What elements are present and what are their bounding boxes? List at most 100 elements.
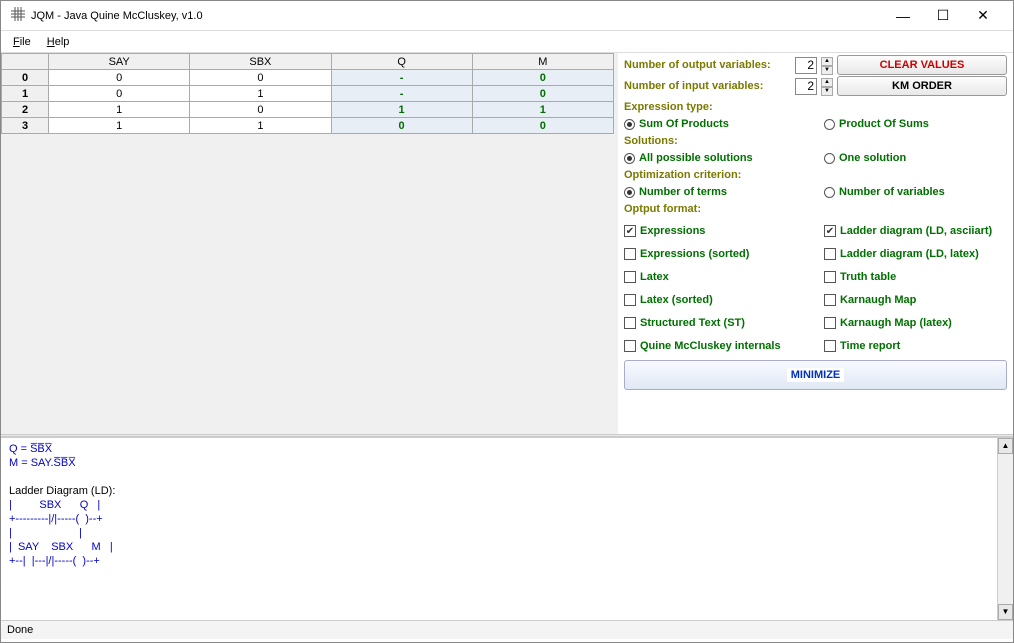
input-cell[interactable]: 1 — [49, 118, 190, 134]
row-header[interactable]: 0 — [2, 70, 49, 86]
optimization-label: Optimization criterion: — [624, 169, 741, 181]
chk-qm-internals[interactable] — [624, 340, 636, 352]
truth-table: SAY SBX Q M 0 0 0 - 0 1 0 1 - 0 2 1 — [1, 53, 614, 134]
output-format-label: Optput format: — [624, 203, 701, 215]
side-panel: Number of output variables: ▲▼ CLEAR VAL… — [618, 53, 1013, 434]
q-expr: Q = S̅B̅X̅ — [9, 443, 52, 455]
table-row: 0 0 0 - 0 — [2, 70, 614, 86]
radio-all-solutions[interactable] — [624, 153, 635, 164]
radio-num-vars[interactable] — [824, 187, 835, 198]
menu-file[interactable]: File — [7, 34, 37, 50]
menubar: File Help — [1, 31, 1013, 53]
scroll-down-icon[interactable]: ▼ — [998, 604, 1013, 620]
qm-label: Quine McCluskey internals — [640, 340, 781, 352]
minimize-label: MINIMIZE — [787, 368, 845, 382]
input-cell[interactable]: 1 — [190, 118, 331, 134]
input-cell[interactable]: 1 — [190, 86, 331, 102]
chk-structured-text[interactable] — [624, 317, 636, 329]
minimize-button[interactable]: — — [883, 1, 923, 31]
maximize-button[interactable]: ☐ — [923, 1, 963, 31]
table-row: 1 0 1 - 0 — [2, 86, 614, 102]
chk-karnaugh-map[interactable] — [824, 294, 836, 306]
output-cell[interactable]: - — [331, 86, 472, 102]
spinner-buttons[interactable]: ▲▼ — [821, 57, 833, 74]
chk-latex[interactable] — [624, 271, 636, 283]
scroll-track[interactable] — [998, 454, 1013, 604]
solutions-label: Solutions: — [624, 135, 678, 147]
num-input-spinner[interactable] — [795, 78, 817, 95]
chk-karnaugh-latex[interactable] — [824, 317, 836, 329]
truth-label: Truth table — [840, 271, 896, 283]
status-text: Done — [7, 624, 33, 636]
scrollbar[interactable]: ▲ ▼ — [997, 438, 1013, 620]
titlebar: JQM - Java Quine McCluskey, v1.0 — ☐ ✕ — [1, 1, 1013, 31]
ld-line: | | — [9, 527, 82, 539]
expression-type-label: Expression type: — [624, 101, 713, 113]
chk-expr-sorted[interactable] — [624, 248, 636, 260]
input-cell[interactable]: 1 — [49, 102, 190, 118]
input-cell[interactable]: 0 — [190, 102, 331, 118]
app-icon — [11, 7, 25, 24]
output-cell[interactable]: 1 — [331, 102, 472, 118]
row-header[interactable]: 3 — [2, 118, 49, 134]
km-order-button[interactable]: KM ORDER — [837, 76, 1007, 96]
chk-ladder-latex[interactable] — [824, 248, 836, 260]
radio-pos[interactable] — [824, 119, 835, 130]
row-header[interactable]: 1 — [2, 86, 49, 102]
chk-expressions[interactable] — [624, 225, 636, 237]
num-output-spinner[interactable] — [795, 57, 817, 74]
minimize-button[interactable]: MINIMIZE — [624, 360, 1007, 390]
chk-truth-table[interactable] — [824, 271, 836, 283]
ld-line: | SAY SBX M | — [9, 541, 113, 553]
menu-help[interactable]: Help — [41, 34, 76, 50]
chk-time-report[interactable] — [824, 340, 836, 352]
output-cell[interactable]: 0 — [472, 86, 613, 102]
input-cell[interactable]: 0 — [190, 70, 331, 86]
input-cell[interactable]: 0 — [49, 86, 190, 102]
col-header[interactable]: M — [472, 54, 613, 70]
chk-latex-sorted[interactable] — [624, 294, 636, 306]
kmap-label: Karnaugh Map — [840, 294, 916, 306]
main-panel: SAY SBX Q M 0 0 0 - 0 1 0 1 - 0 2 1 — [1, 53, 1013, 434]
row-header[interactable]: 2 — [2, 102, 49, 118]
scroll-up-icon[interactable]: ▲ — [998, 438, 1013, 454]
status-bar: Done — [1, 620, 1013, 639]
output-cell[interactable]: - — [331, 70, 472, 86]
output-panel: Q = S̅B̅X̅ M = SAY.S̅B̅X̅ Ladder Diagram… — [1, 437, 1013, 620]
ld-line: +--| |---|/|-----( )--+ — [9, 555, 100, 567]
table-row: 2 1 0 1 1 — [2, 102, 614, 118]
radio-num-terms[interactable] — [624, 187, 635, 198]
col-header[interactable]: SAY — [49, 54, 190, 70]
close-button[interactable]: ✕ — [963, 1, 1003, 31]
expr-label: Expressions — [640, 225, 705, 237]
output-cell[interactable]: 0 — [472, 118, 613, 134]
output-cell[interactable]: 0 — [472, 70, 613, 86]
col-header[interactable]: SBX — [190, 54, 331, 70]
radio-sop[interactable] — [624, 119, 635, 130]
all-sol-label: All possible solutions — [639, 152, 753, 164]
ld-line: | SBX Q | — [9, 499, 100, 511]
num-vars-label: Number of variables — [839, 186, 945, 198]
spinner-buttons[interactable]: ▲▼ — [821, 78, 833, 95]
ld-line: +---------|/|-----( )--+ — [9, 513, 103, 525]
col-header[interactable]: Q — [331, 54, 472, 70]
radio-one-solution[interactable] — [824, 153, 835, 164]
table-row: 3 1 1 0 0 — [2, 118, 614, 134]
output-cell[interactable]: 0 — [331, 118, 472, 134]
latex-sorted-label: Latex (sorted) — [640, 294, 713, 306]
ld-ascii-label: Ladder diagram (LD, asciiart) — [840, 225, 992, 237]
ld-title: Ladder Diagram (LD): — [9, 485, 115, 497]
sop-label: Sum Of Products — [639, 118, 729, 130]
m-expr: M = SAY.S̅B̅X̅ — [9, 457, 76, 469]
latex-label: Latex — [640, 271, 669, 283]
chk-ladder-ascii[interactable] — [824, 225, 836, 237]
kmap-latex-label: Karnaugh Map (latex) — [840, 317, 952, 329]
num-output-label: Number of output variables: — [624, 59, 771, 71]
clear-values-button[interactable]: CLEAR VALUES — [837, 55, 1007, 75]
input-cell[interactable]: 0 — [49, 70, 190, 86]
time-label: Time report — [840, 340, 900, 352]
output-cell[interactable]: 1 — [472, 102, 613, 118]
output-text[interactable]: Q = S̅B̅X̅ M = SAY.S̅B̅X̅ Ladder Diagram… — [1, 438, 997, 620]
num-input-label: Number of input variables: — [624, 80, 763, 92]
expr-sorted-label: Expressions (sorted) — [640, 248, 749, 260]
